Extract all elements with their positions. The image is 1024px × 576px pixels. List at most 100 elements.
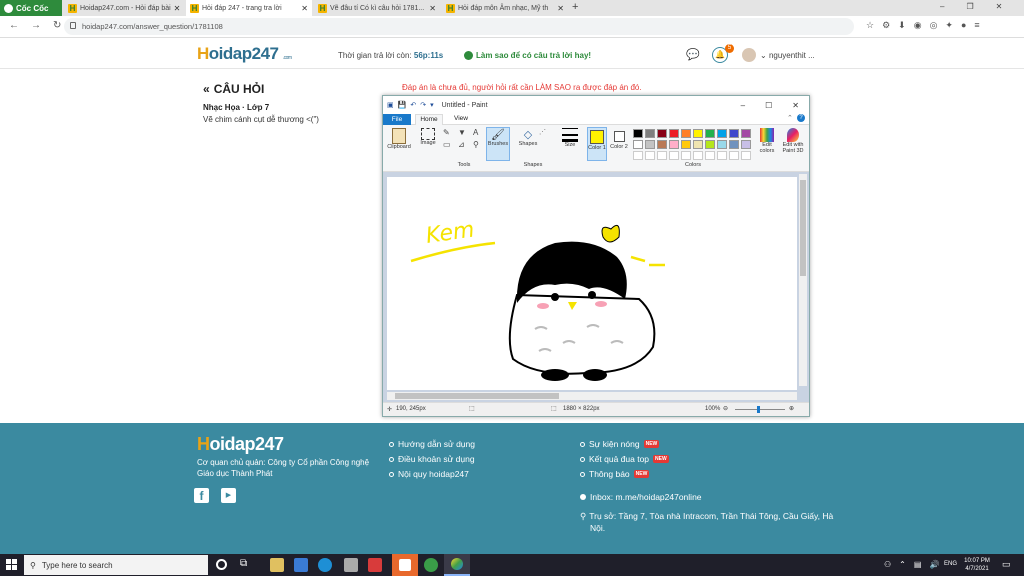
custom-color-slot[interactable] <box>657 151 667 160</box>
double-chevron-left-icon[interactable]: « <box>203 82 210 96</box>
footer-link[interactable]: Hướng dẫn sử dụng <box>389 439 475 449</box>
palette-swatch[interactable] <box>693 140 703 149</box>
palette-swatch[interactable] <box>633 140 643 149</box>
howto-link[interactable]: Làm sao để có câu trả lời hay! <box>464 51 591 60</box>
avatar[interactable] <box>742 48 756 62</box>
chat-icon[interactable]: 💬 <box>686 48 700 61</box>
palette-swatch[interactable] <box>681 129 691 138</box>
help-icon[interactable]: ? <box>797 114 805 122</box>
palette-swatch[interactable] <box>693 129 703 138</box>
palette-swatch[interactable] <box>741 129 751 138</box>
extension-icon[interactable]: ◎ <box>930 20 938 31</box>
windows-start-icon[interactable] <box>6 559 17 570</box>
puzzle-icon[interactable]: ✦ <box>945 20 953 31</box>
palette-swatch[interactable] <box>717 129 727 138</box>
volume-icon[interactable]: 🔊 <box>929 560 939 569</box>
footer-link[interactable]: Thông báo NEW <box>580 469 669 479</box>
browser-menu-icon[interactable]: ≡ <box>974 20 979 31</box>
color-picker-icon[interactable]: ⊿ <box>458 140 470 149</box>
url-bar[interactable]: hoidap247.com/answer_question/1781108 <box>64 18 854 35</box>
paint-titlebar[interactable]: ▣ 💾 ↶ ↷ ▾ Untitled - Paint – ☐ ✕ <box>383 96 809 114</box>
inbox-link[interactable]: Inbox: m.me/hoidap247online <box>580 492 702 502</box>
palette-swatch[interactable] <box>741 140 751 149</box>
close-icon[interactable]: ✕ <box>792 101 799 110</box>
notifications-icon[interactable]: ▭ <box>1002 559 1011 570</box>
extension-icon[interactable]: ● <box>961 20 966 31</box>
custom-color-slot[interactable] <box>705 151 715 160</box>
magnifier-icon[interactable]: ⚲ <box>473 140 485 149</box>
zoom-slider[interactable] <box>735 406 785 413</box>
download-icon[interactable]: ⬇ <box>898 20 906 31</box>
close-tab-icon[interactable]: ✕ <box>557 4 564 13</box>
restore-icon[interactable]: ❐ <box>966 2 973 11</box>
horizontal-scroll-thumb[interactable] <box>395 393 559 399</box>
palette-swatch[interactable] <box>657 140 667 149</box>
new-tab-icon[interactable]: + <box>572 1 578 13</box>
close-tab-icon[interactable]: ✕ <box>174 4 181 13</box>
minimize-icon[interactable]: – <box>940 2 944 11</box>
tab-home[interactable]: Home <box>415 114 443 125</box>
footer-link[interactable]: Sự kiện nóng NEW <box>580 439 669 449</box>
file-explorer-icon[interactable] <box>270 558 284 572</box>
office-icon[interactable] <box>368 558 382 572</box>
palette-swatch[interactable] <box>669 140 679 149</box>
paint-taskbar-icon[interactable] <box>444 554 470 576</box>
color2-button[interactable]: Color 2 <box>609 127 629 150</box>
tab-file[interactable]: File <box>383 114 411 125</box>
custom-color-slot[interactable] <box>741 151 751 160</box>
coccoc-taskbar-icon[interactable] <box>424 558 438 572</box>
footer-link[interactable]: Điều khoản sử dụng <box>389 454 475 464</box>
size-button[interactable]: Size <box>559 128 581 148</box>
pencil-icon[interactable]: ✎ <box>443 128 455 137</box>
horizontal-scrollbar[interactable] <box>387 392 797 400</box>
close-window-icon[interactable]: ✕ <box>996 2 1003 11</box>
brushes-button[interactable]: 🖌 Brushes <box>486 127 510 161</box>
facebook-icon[interactable]: f <box>194 488 209 503</box>
drawing-canvas[interactable]: Kem <box>387 177 797 390</box>
palette-swatch[interactable] <box>717 140 727 149</box>
outline-fill-icon[interactable]: ⋰ <box>539 128 546 136</box>
youtube-icon[interactable]: ▶ <box>221 488 236 503</box>
color1-button[interactable]: Color 1 <box>587 127 607 161</box>
palette-swatch[interactable] <box>669 129 679 138</box>
edit-paint3d-button[interactable]: Edit with Paint 3D <box>779 128 807 154</box>
palette-swatch[interactable] <box>657 129 667 138</box>
eraser-icon[interactable]: ▭ <box>443 140 455 149</box>
network-icon[interactable]: ▤ <box>914 560 922 569</box>
save-icon[interactable]: 💾 <box>398 101 407 109</box>
browser-tab-active[interactable]: H Hỏi đáp 247 - trang tra lời ✕ <box>186 0 312 16</box>
tab-view[interactable]: View <box>449 115 473 122</box>
custom-color-slot[interactable] <box>693 151 703 160</box>
close-tab-icon[interactable]: ✕ <box>429 4 436 13</box>
cortana-icon[interactable] <box>216 559 227 570</box>
footer-link[interactable]: Kết quả đua top NEW <box>580 454 669 464</box>
palette-swatch[interactable] <box>729 140 739 149</box>
edit-colors-button[interactable]: Edit colors <box>755 128 779 154</box>
browser-tab[interactable]: H Hỏi đáp môn Âm nhạc, Mỹ th ✕ <box>442 0 568 16</box>
palette-swatch[interactable] <box>645 140 655 149</box>
custom-color-slot[interactable] <box>717 151 727 160</box>
username[interactable]: ⌄ nguyenthit ... <box>760 51 815 60</box>
minimize-icon[interactable]: – <box>741 101 745 110</box>
reload-icon[interactable]: ↻ <box>53 20 61 31</box>
site-logo[interactable]: Hoidap247 .com <box>197 44 292 64</box>
browser-tab[interactable]: H Vẽ đâu tí Có kì câu hỏi 1781... ✕ <box>314 0 440 16</box>
clock[interactable]: 10:07 PM 4/7/2021 <box>962 557 992 573</box>
custom-color-slot[interactable] <box>729 151 739 160</box>
edge-icon[interactable] <box>318 558 332 572</box>
palette-swatch[interactable] <box>681 140 691 149</box>
footer-logo[interactable]: Hoidap247 <box>197 434 284 455</box>
custom-color-slot[interactable] <box>633 151 643 160</box>
vertical-scroll-thumb[interactable] <box>800 180 806 276</box>
palette-swatch[interactable] <box>705 140 715 149</box>
taskbar-app-active[interactable] <box>392 554 418 576</box>
mail-icon[interactable] <box>294 558 308 572</box>
browser-tab[interactable]: H Hoidap247.com - Hỏi đáp bài ✕ <box>64 0 184 16</box>
clipboard-button[interactable]: Clipboard <box>386 128 412 150</box>
taskbar-search[interactable]: ⚲ Type here to search <box>24 555 208 575</box>
input-language[interactable]: ENG <box>944 561 957 567</box>
back-icon[interactable]: ← <box>9 20 19 31</box>
footer-link[interactable]: Nội quy hoidap247 <box>389 469 475 479</box>
close-tab-icon[interactable]: ✕ <box>301 4 308 13</box>
store-icon[interactable] <box>344 558 358 572</box>
